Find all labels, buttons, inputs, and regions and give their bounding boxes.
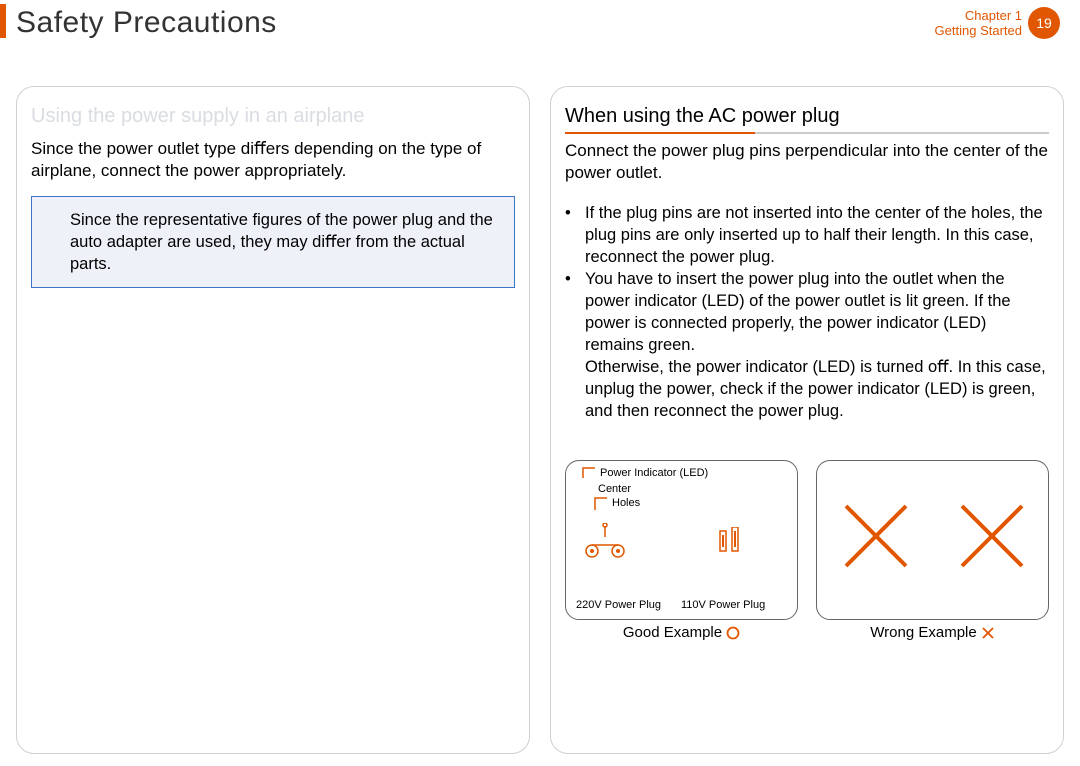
chapter-line-2: Getting Started (935, 23, 1022, 38)
figure-captions: Good Example Wrong Example (565, 624, 1049, 641)
content-columns: Using the power supply in an airplane Si… (16, 86, 1064, 754)
note-box: Since the representative ﬁgures of the p… (31, 196, 515, 288)
page-title: Safety Precautions (16, 6, 277, 40)
legend-led: Power Indicator (LED) (600, 467, 708, 479)
bullet-2-text: You have to insert the power plug into t… (585, 268, 1049, 422)
plug-110v-icon (716, 527, 746, 562)
bullet-dot-icon: • (565, 202, 577, 268)
caption-wrong: Wrong Example (816, 624, 1049, 641)
bullet-1-text: If the plug pins are not inserted into t… (585, 202, 1049, 268)
label-110v: 110V Power Plug (681, 599, 765, 611)
heading-airplane: Using the power supply in an airplane (31, 105, 515, 128)
holes-pointer-icon (594, 497, 608, 511)
caption-good: Good Example (565, 624, 798, 641)
circle-ok-icon (726, 626, 740, 640)
chapter-block: Chapter 1 Getting Started 19 (935, 7, 1060, 39)
figure-wrong-example (816, 460, 1049, 620)
intro-ac: Connect the power plug pins perpendicula… (565, 140, 1049, 184)
bullet-2b: Otherwise, the power indicator (LED) is … (585, 358, 1046, 420)
header-spine (0, 4, 6, 38)
plug-220v-icon (580, 523, 630, 564)
heading-ac-plug: When using the AC power plug (565, 105, 1049, 128)
bullet-2: • You have to insert the power plug into… (565, 268, 1049, 422)
caption-good-text: Good Example (623, 624, 722, 641)
caption-wrong-text: Wrong Example (870, 624, 976, 641)
label-220v: 220V Power Plug (576, 599, 661, 611)
cross-small-icon (981, 626, 995, 640)
figure-row: Power Indicator (LED) Center Holes (565, 460, 1049, 620)
bullet-1: • If the plug pins are not inserted into… (565, 202, 1049, 268)
bullet-list: • If the plug pins are not inserted into… (565, 202, 1049, 422)
bullet-dot-icon: • (565, 268, 577, 422)
page-number-badge: 19 (1028, 7, 1060, 39)
chapter-line-1: Chapter 1 (935, 8, 1022, 23)
cross-icon (957, 501, 1027, 576)
cross-icon (841, 501, 911, 576)
legend-center: Center (598, 483, 631, 495)
heading-rule (565, 132, 1049, 134)
figure-good-example: Power Indicator (LED) Center Holes (565, 460, 798, 620)
figure-bottom-labels: 220V Power Plug 110V Power Plug (576, 599, 765, 611)
intro-airplane: Since the power outlet type diﬀers depen… (31, 138, 515, 182)
led-pointer-icon (582, 467, 596, 479)
bullet-2a: You have to insert the power plug into t… (585, 270, 1011, 354)
card-ac-plug: When using the AC power plug Connect the… (550, 86, 1064, 754)
legend-holes: Holes (612, 497, 640, 509)
page-header: Safety Precautions Chapter 1 Getting Sta… (16, 0, 1060, 45)
card-airplane-power: Using the power supply in an airplane Si… (16, 86, 530, 754)
chapter-text: Chapter 1 Getting Started (935, 8, 1022, 38)
